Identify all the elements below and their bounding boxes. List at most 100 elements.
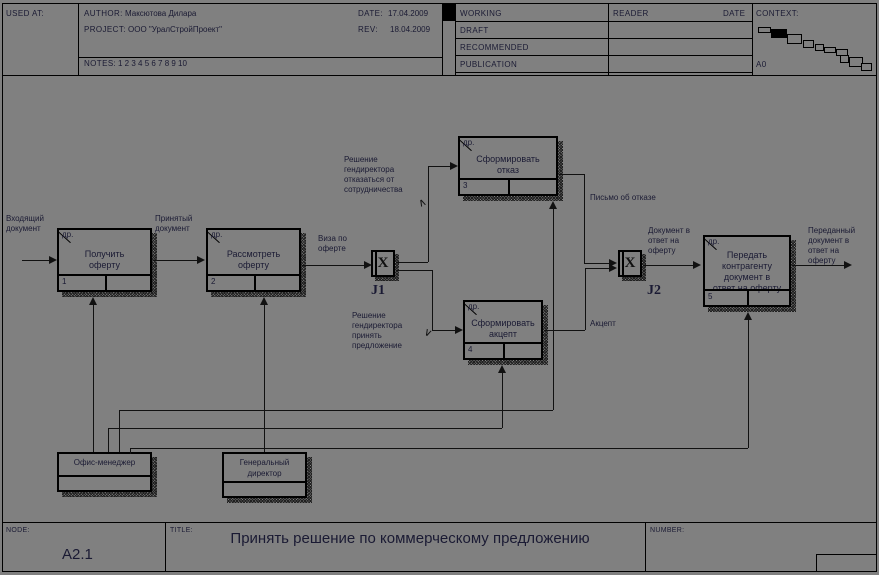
flow-arrow-box3-in	[450, 162, 458, 170]
flow-label-output: Переданный документ в ответ на оферту	[808, 226, 856, 265]
activity-1-corner-label: др.	[62, 230, 74, 239]
activity-3-foot-divider	[508, 180, 510, 194]
activity-2-title: Рассмотреть оферту	[226, 249, 281, 270]
flow-line-akcept-v	[585, 268, 586, 330]
flow-line-j1-accept-h	[396, 270, 432, 271]
junction-1-label: J1	[371, 283, 385, 298]
author-value: Максютова Дилара	[125, 9, 197, 18]
header-row-2	[455, 38, 752, 39]
flow-label-refuse: Решение гендиректора отказаться от сотрудни…	[344, 155, 403, 194]
activity-3-title: Сформировать отказ	[476, 154, 540, 175]
diagram-title: Принять решение по коммерческому предлож…	[230, 530, 590, 547]
flow-line-j1-accept-v	[432, 270, 433, 330]
mech-line-a4-v	[502, 371, 503, 428]
activity-box-4[interactable]: др. Сформировать акцепт 4	[463, 300, 543, 360]
junction-1-glyph: X	[377, 255, 389, 271]
reader-label: READER	[613, 9, 649, 18]
flow-label-accept: Решение гендиректора принять предложение	[352, 311, 403, 350]
activity-3-number: 3	[463, 181, 468, 190]
header-sep-context	[752, 3, 753, 76]
notes-numbers: 1 2 3 4 5 6 7 8 9 10	[118, 59, 187, 68]
context-node-label: A0	[756, 60, 767, 69]
flow-line-j1-refuse-v	[428, 166, 429, 262]
junction-box-j2[interactable]: X	[618, 250, 642, 277]
flow-line-letter-h2	[584, 263, 612, 264]
header-row-4	[455, 72, 752, 73]
mech-line-a4-h	[108, 428, 502, 429]
context-rect-1	[787, 34, 802, 44]
activity-5-corner-label: др.	[708, 237, 720, 246]
activity-4-foot-divider	[503, 344, 505, 358]
activity-box-3[interactable]: др. Сформировать отказ 3	[458, 136, 558, 196]
status-row-working[interactable]: WORKING	[460, 9, 502, 18]
flow-line-j1-refuse-h	[396, 262, 428, 263]
mechanism-box-general-director[interactable]: Генеральный директор	[222, 452, 307, 498]
activity-box-5[interactable]: др. Передать контрагенту документ в ответ н…	[703, 235, 791, 307]
mech-arrow-a2	[260, 297, 268, 305]
mechanism-1-title: Офис-менеджер	[73, 458, 136, 467]
flow-line-docreply	[643, 265, 695, 266]
status-row-recommended[interactable]: RECOMMENDED	[460, 43, 529, 52]
flow-label-accepted: Принятый документ	[155, 214, 193, 233]
header-sep-usedat	[78, 3, 79, 76]
title-label: TITLE:	[170, 527, 193, 534]
flow-line-j1-accept-h2	[432, 330, 457, 331]
mechanism-box-office-manager[interactable]: Офис-менеджер	[57, 452, 152, 492]
activity-5-title: Передать контрагенту документ в ответ на оф…	[712, 250, 782, 293]
activity-2-corner-label: др.	[211, 230, 223, 239]
rev-label: REV:	[358, 25, 378, 34]
flow-arrow-box4-in	[455, 326, 463, 334]
footer-sep-title	[645, 522, 646, 572]
date-value: 17.04.2009	[388, 9, 429, 18]
frame-top	[2, 3, 877, 4]
flow-label-akcept: Акцепт	[590, 319, 616, 328]
context-rect-4	[824, 47, 836, 53]
flow-label-docreply: Документ в ответ на оферту	[648, 226, 690, 255]
mech-line-a4-drop	[108, 428, 109, 452]
flow-line-akcept-h2	[585, 268, 612, 269]
context-rect-3	[815, 44, 824, 51]
context-rect-0	[758, 27, 771, 33]
notes-label: NOTES:	[84, 59, 117, 68]
header-sep-reader	[608, 3, 609, 76]
activity-1-title: Получить оферту	[84, 249, 125, 270]
flow-arrow-j2-in-akcept	[609, 264, 617, 272]
mechanism-1-footer	[59, 475, 150, 490]
mechanism-2-footer	[224, 481, 305, 496]
flow-branch-glyph-accept: ∨	[421, 325, 435, 341]
date-label: DATE:	[358, 9, 383, 18]
project-value: ООО "УралСтройПроект"	[128, 25, 223, 34]
flow-line-letter-h1	[559, 174, 584, 175]
mech-arrow-a1	[89, 297, 97, 305]
status-row-draft[interactable]: DRAFT	[460, 26, 489, 35]
footer-top-rule	[2, 522, 877, 523]
activity-5-number: 5	[708, 292, 713, 301]
status-row-publication[interactable]: PUBLICATION	[460, 60, 517, 69]
activity-2-number: 2	[211, 277, 216, 286]
flow-label-visa: Виза по оферте	[318, 234, 347, 253]
mech-line-a2-v	[264, 302, 265, 452]
mech-line-a3-h	[119, 410, 553, 411]
flow-line-letter-v	[584, 174, 585, 263]
author-label: AUTHOR:	[84, 9, 123, 18]
mech-line-a1-v	[93, 302, 94, 452]
activity-box-2[interactable]: др. Рассмотреть оферту 2	[206, 228, 301, 292]
footer-number-box-top	[816, 554, 877, 555]
header-sep-notes	[78, 57, 442, 58]
node-label: NODE:	[6, 527, 30, 534]
mech-line-a3-drop	[119, 410, 120, 452]
activity-5-footer: 5	[705, 289, 789, 305]
activity-4-title: Сформировать акцепт	[471, 318, 535, 339]
activity-2-foot-divider	[254, 276, 256, 290]
date-col-label: DATE	[723, 9, 746, 18]
mech-line-a5-drop	[130, 448, 131, 454]
activity-4-number: 4	[468, 345, 473, 354]
number-label: NUMBER:	[650, 527, 685, 534]
activity-3-corner-label: др.	[463, 138, 475, 147]
mech-arrow-a5	[744, 312, 752, 320]
junction-box-j1[interactable]: X	[371, 250, 395, 277]
activity-box-1[interactable]: др. Получить оферту 1	[57, 228, 152, 292]
flow-branch-glyph-refuse: ∧	[416, 195, 429, 211]
junction-2-label: J2	[647, 283, 661, 298]
activity-1-number: 1	[62, 277, 67, 286]
